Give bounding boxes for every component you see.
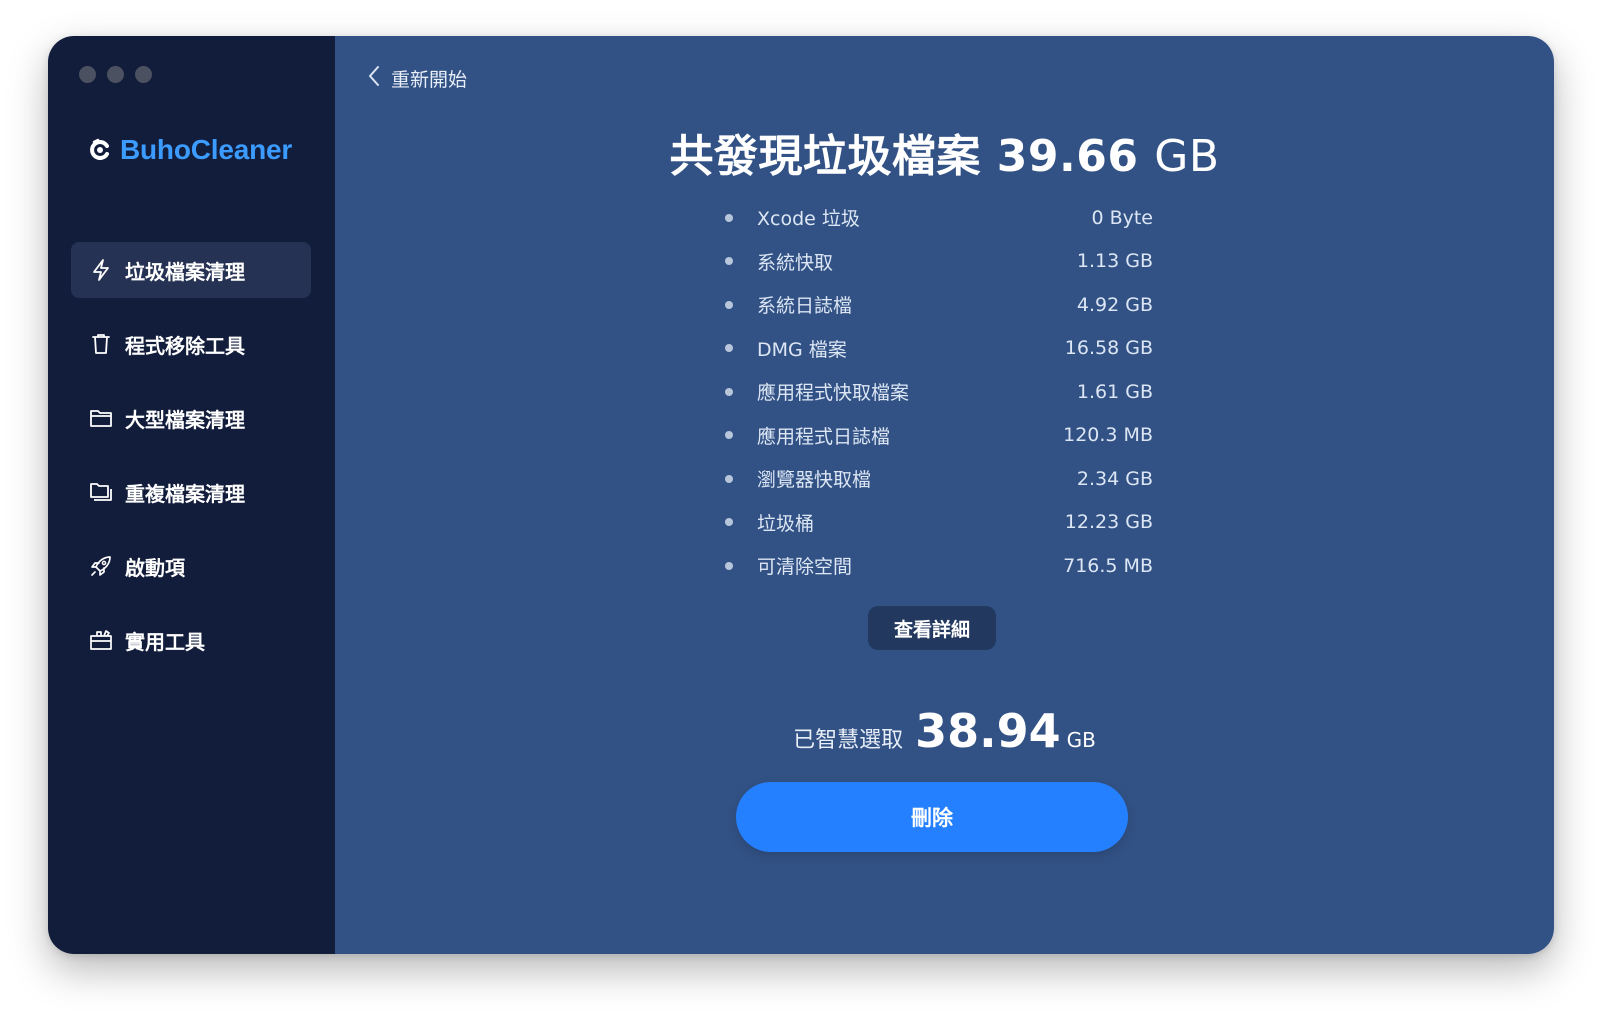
app-window: BuhoCleaner 垃圾檔案清理 程式移除工具 大型檔案清理 重複檔案清理 … [48, 36, 1554, 954]
item-size: 1.13 GB [1076, 250, 1153, 273]
zoom-window-button[interactable] [135, 66, 152, 83]
list-item: 垃圾桶 12.23 GB [725, 501, 1153, 545]
restart-label: 重新開始 [391, 69, 468, 91]
sidebar-item-startup-items[interactable]: 啟動項 [71, 538, 311, 594]
junk-list: Xcode 垃圾 0 Byte 系統快取 1.13 GB 系統日誌檔 4.92 … [725, 196, 1153, 588]
sidebar-item-label: 重複檔案清理 [125, 481, 245, 506]
item-size: 716.5 MB [1063, 554, 1153, 577]
total-size-value: 39.66 [996, 131, 1139, 182]
restart-button[interactable]: 重新開始 [367, 64, 467, 93]
sidebar-item-label: 程式移除工具 [125, 333, 245, 358]
page-title: 共發現垃圾檔案 39.66 GB [335, 120, 1554, 184]
minimize-window-button[interactable] [107, 66, 124, 83]
selected-label: 已智慧選取 [793, 728, 904, 753]
sidebar-item-large-files[interactable]: 大型檔案清理 [71, 390, 311, 446]
list-item: 應用程式日誌檔 120.3 MB [725, 414, 1153, 458]
selected-summary: 已智慧選取 38.94 GB [335, 704, 1554, 758]
bullet-icon [725, 561, 733, 570]
item-size: 16.58 GB [1064, 337, 1153, 360]
sidebar: BuhoCleaner 垃圾檔案清理 程式移除工具 大型檔案清理 重複檔案清理 … [48, 36, 335, 954]
folder-icon [89, 406, 113, 430]
list-item: 瀏覽器快取檔 2.34 GB [725, 457, 1153, 501]
bullet-icon [725, 344, 733, 353]
main-panel: 重新開始 共發現垃圾檔案 39.66 GB Xcode 垃圾 0 Byte 系統… [335, 36, 1554, 954]
window-controls [79, 66, 152, 83]
item-label: 應用程式日誌檔 [757, 425, 891, 448]
sidebar-item-junk-cleaner[interactable]: 垃圾檔案清理 [71, 242, 311, 298]
list-item: 系統日誌檔 4.92 GB [725, 283, 1153, 327]
item-label: 系統快取 [757, 251, 834, 274]
item-size: 1.61 GB [1076, 380, 1153, 403]
trash-icon [89, 332, 113, 356]
list-item: 應用程式快取檔案 1.61 GB [725, 370, 1153, 414]
item-size: 2.34 GB [1076, 467, 1153, 490]
bullet-icon [725, 518, 733, 527]
total-size-unit: GB [1154, 131, 1220, 182]
bullet-icon [725, 387, 733, 396]
item-label: 系統日誌檔 [757, 295, 853, 318]
sidebar-item-duplicates[interactable]: 重複檔案清理 [71, 464, 311, 520]
view-details-button[interactable]: 查看詳細 [868, 606, 996, 650]
item-label: DMG 檔案 [757, 338, 847, 361]
rocket-icon [89, 554, 113, 578]
item-label: 垃圾桶 [757, 512, 815, 535]
item-size: 4.92 GB [1076, 293, 1153, 316]
list-item: 系統快取 1.13 GB [725, 240, 1153, 284]
bullet-icon [725, 300, 733, 309]
lightning-icon [89, 258, 113, 282]
sidebar-item-label: 垃圾檔案清理 [125, 259, 245, 284]
brand: BuhoCleaner [88, 134, 292, 166]
buhocleaner-logo-icon [88, 138, 112, 162]
sidebar-item-label: 實用工具 [125, 629, 205, 654]
bullet-icon [725, 431, 733, 440]
sidebar-nav: 垃圾檔案清理 程式移除工具 大型檔案清理 重複檔案清理 啟動項 實用工具 [71, 242, 311, 686]
list-item: DMG 檔案 16.58 GB [725, 327, 1153, 371]
item-size: 12.23 GB [1064, 511, 1153, 534]
bullet-icon [725, 474, 733, 483]
item-size: 120.3 MB [1063, 424, 1153, 447]
toolbox-icon [89, 628, 113, 652]
selected-value: 38.94 [915, 704, 1061, 758]
app-name: BuhoCleaner [120, 134, 293, 165]
bullet-icon [725, 257, 733, 266]
item-label: Xcode 垃圾 [757, 208, 860, 231]
list-item: 可清除空間 716.5 MB [725, 544, 1153, 588]
bullet-icon [725, 213, 733, 222]
sidebar-item-app-uninstaller[interactable]: 程式移除工具 [71, 316, 311, 372]
list-item: Xcode 垃圾 0 Byte [725, 196, 1153, 240]
sidebar-item-label: 啟動項 [125, 555, 185, 580]
close-window-button[interactable] [79, 66, 96, 83]
title-prefix: 共發現垃圾檔案 [669, 131, 981, 182]
item-label: 應用程式快取檔案 [757, 382, 910, 405]
chevron-left-icon [367, 64, 381, 93]
item-label: 可清除空間 [757, 556, 853, 579]
duplicate-folder-icon [89, 480, 113, 504]
sidebar-item-label: 大型檔案清理 [125, 407, 245, 432]
delete-button[interactable]: 刪除 [736, 782, 1128, 852]
selected-unit: GB [1066, 728, 1096, 752]
item-size: 0 Byte [1091, 206, 1153, 229]
item-label: 瀏覽器快取檔 [757, 469, 872, 492]
sidebar-item-toolkit[interactable]: 實用工具 [71, 612, 311, 668]
